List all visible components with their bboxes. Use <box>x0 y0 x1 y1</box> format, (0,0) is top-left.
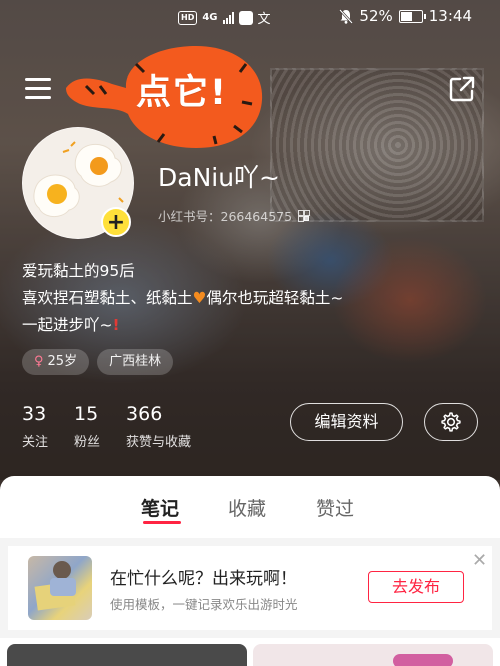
stat-label: 粉丝 <box>74 435 101 450</box>
stat-number: 366 <box>126 403 163 425</box>
translate-icon: 文 <box>257 12 271 27</box>
tap-hint-text: 点它! <box>136 73 228 113</box>
profile-tabs: 笔记 收藏 赞过 <box>0 476 500 534</box>
profile-stats: 33 关注 15 粉丝 366 获赞与收藏 <box>22 402 217 450</box>
username: DaNiu吖~ <box>158 163 281 192</box>
stat-likes-collections[interactable]: 366 获赞与收藏 <box>126 402 191 450</box>
banner-title: 在忙什么呢？出来玩啊！ <box>110 569 297 589</box>
profile-tags: ♀ 25岁 广西桂林 <box>22 349 174 375</box>
bio-line: 喜欢捏石塑黏土、纸黏土♥偶尔也玩超轻黏土~ <box>22 289 344 307</box>
publish-prompt-banner: 在忙什么呢？出来玩啊！ 使用模板，一键记录欢乐出游时光 去发布 ✕ <box>0 538 500 638</box>
network-type: 4G <box>202 12 218 23</box>
template-thumbnail[interactable] <box>28 556 92 620</box>
feed-card-peek[interactable] <box>7 644 247 666</box>
battery-percent: 52% <box>359 7 393 25</box>
bio-line: 一起进步吖~! <box>22 316 120 334</box>
location-tag[interactable]: 广西桂林 <box>97 349 174 375</box>
template-thumbnail-image <box>34 561 76 611</box>
tab-liked[interactable]: 赞过 <box>316 494 354 521</box>
orange-heart-icon: ♥ <box>192 289 207 307</box>
bio-line: 爱玩黏土的95后 <box>22 262 135 280</box>
qr-code-icon[interactable] <box>298 210 311 222</box>
status-bar: HD 4G 文 52% 13:44 <box>0 0 500 36</box>
female-icon: ♀ <box>34 354 44 369</box>
close-icon[interactable]: ✕ <box>472 550 487 571</box>
app-notification-icon <box>238 10 253 25</box>
status-left: HD 4G 文 <box>178 8 271 27</box>
hd-badge: HD <box>178 10 198 25</box>
publish-button[interactable]: 去发布 <box>368 571 464 603</box>
stat-label: 获赞与收藏 <box>126 435 192 450</box>
battery-icon <box>398 9 426 23</box>
stat-followers[interactable]: 15 粉丝 <box>74 402 100 450</box>
stat-label: 关注 <box>22 435 49 450</box>
tab-notes[interactable]: 笔记 <box>141 494 179 521</box>
active-tab-indicator <box>143 521 181 524</box>
status-right: 52% 13:44 <box>339 7 472 25</box>
redbook-id: 小红书号：266464575 <box>158 209 293 224</box>
feed-card-peek[interactable] <box>253 644 493 666</box>
stat-number: 33 <box>22 403 47 425</box>
signal-icon <box>222 11 234 24</box>
clock: 13:44 <box>428 7 472 25</box>
gear-icon <box>441 412 461 432</box>
edit-profile-button[interactable]: 编辑资料 <box>290 403 403 441</box>
settings-button[interactable] <box>424 403 478 441</box>
stat-number: 15 <box>74 403 99 425</box>
bio: 爱玩黏土的95后 喜欢捏石塑黏土、纸黏土♥偶尔也玩超轻黏土~ 一起进步吖~! <box>22 258 343 339</box>
content-sheet: 笔记 收藏 赞过 在忙什么呢？出来玩啊！ 使用模板，一键记录欢乐出游时光 去发布… <box>0 476 500 666</box>
hamburger-menu-icon[interactable] <box>25 78 51 100</box>
redbook-id-row[interactable]: 小红书号：266464575 <box>158 206 311 225</box>
tab-collections[interactable]: 收藏 <box>228 494 266 521</box>
stat-following[interactable]: 33 关注 <box>22 402 48 450</box>
share-external-icon[interactable] <box>449 76 475 102</box>
add-avatar-button[interactable]: + <box>101 207 131 237</box>
publish-prompt-card: 在忙什么呢？出来玩啊！ 使用模板，一键记录欢乐出游时光 去发布 ✕ <box>8 546 492 630</box>
age-tag[interactable]: ♀ 25岁 <box>22 349 90 375</box>
banner-subtitle: 使用模板，一键记录欢乐出游时光 <box>110 597 298 612</box>
bell-mute-icon <box>339 8 354 24</box>
red-exclamation-icon: ! <box>112 316 120 334</box>
